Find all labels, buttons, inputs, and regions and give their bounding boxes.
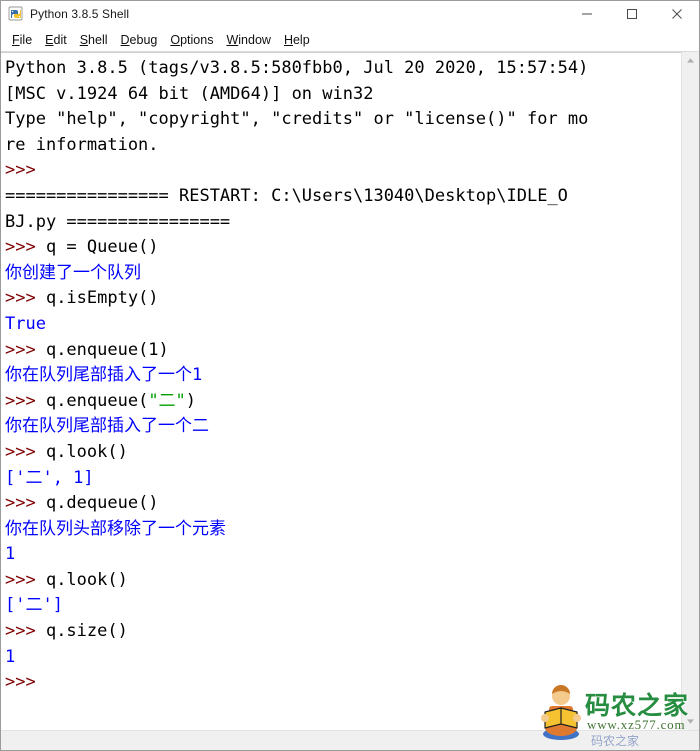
menu-mnemonic: S <box>79 32 89 47</box>
shell-text-prompt: >>> <box>5 672 46 693</box>
shell-text-stdout: 1 <box>5 544 16 565</box>
shell-line: ================ RESTART: C:\Users\13040… <box>5 184 681 210</box>
vertical-scrollbar[interactable] <box>681 52 699 730</box>
shell-text-plain: q.dequeue() <box>45 493 159 514</box>
menu-help[interactable]: Help <box>278 31 317 49</box>
menu-mnemonic: O <box>170 32 181 47</box>
shell-text-stdout: ['二'] <box>5 595 63 616</box>
shell-text-plain: q.enqueue(1) <box>45 339 169 360</box>
window-title: Python 3.8.5 Shell <box>30 7 130 21</box>
shell-text-prompt: >>> <box>5 569 46 590</box>
menu-mnemonic: F <box>12 32 20 47</box>
shell-line: 你在队列尾部插入了一个1 <box>5 363 681 389</box>
horizontal-scroll-track[interactable] <box>1 731 699 750</box>
shell-line: Type "help", "copyright", "credits" or "… <box>5 107 681 133</box>
shell-text-prompt: >>> <box>5 621 46 642</box>
shell-text-prompt: >>> <box>5 441 46 462</box>
shell-text-prompt: >>> <box>5 339 46 360</box>
menu-mnemonic: H <box>283 32 293 47</box>
menu-file[interactable]: File <box>6 31 39 49</box>
shell-text-plain: ) <box>185 390 197 411</box>
menu-window[interactable]: Window <box>220 31 277 49</box>
menu-shell[interactable]: Shell <box>74 31 115 49</box>
shell-text-stdout: 你在队列尾部插入了一个1 <box>5 365 203 386</box>
shell-line: 你在队列尾部插入了一个二 <box>5 414 681 440</box>
shell-line: >>> q.enqueue(1) <box>5 338 681 364</box>
shell-line: >>> q.size() <box>5 619 681 645</box>
shell-text-output[interactable]: Python 3.8.5 (tags/v3.8.5:580fbb0, Jul 2… <box>1 52 681 730</box>
shell-text-prompt: >>> <box>5 288 46 309</box>
menu-mnemonic: D <box>120 32 130 47</box>
menu-debug[interactable]: Debug <box>115 31 165 49</box>
idle-shell-window: Python 3.8.5 Shell File Edit Shell Debug Opt <box>0 0 700 751</box>
menu-mnemonic: E <box>45 32 54 47</box>
shell-text-plain: q.look() <box>45 441 128 462</box>
shell-line: >>> <box>5 158 681 184</box>
shell-text-plain: q = Queue() <box>45 237 159 258</box>
shell-text-stdout: 你在队列尾部插入了一个二 <box>5 416 209 437</box>
shell-text-plain: q.isEmpty() <box>45 288 159 309</box>
shell-text-stdout: 1 <box>5 646 16 667</box>
menu-mnemonic: W <box>226 32 239 47</box>
shell-line: >>> <box>5 670 681 696</box>
shell-text-plain: q.size() <box>45 621 128 642</box>
shell-text-plain: q.enqueue( <box>45 390 149 411</box>
shell-line: >>> q.look() <box>5 568 681 594</box>
shell-text-plain: BJ.py ================ <box>5 211 231 232</box>
shell-line: 你创建了一个队列 <box>5 261 681 287</box>
horizontal-scrollbar[interactable] <box>1 730 699 750</box>
shell-line: True <box>5 312 681 338</box>
shell-line: ['二', 1] <box>5 466 681 492</box>
shell-line: >>> q.dequeue() <box>5 491 681 517</box>
shell-text-prompt: >>> <box>5 390 46 411</box>
shell-line: 你在队列头部移除了一个元素 <box>5 517 681 543</box>
scroll-up-arrow-icon[interactable] <box>682 52 699 69</box>
shell-line: 1 <box>5 542 681 568</box>
menu-options[interactable]: Options <box>164 31 220 49</box>
shell-text-stdout: ['二', 1] <box>5 467 94 488</box>
shell-text-plain: q.look() <box>45 569 128 590</box>
menu-bar: File Edit Shell Debug Options Window Help <box>1 28 699 52</box>
title-bar: Python 3.8.5 Shell <box>1 1 699 28</box>
shell-line: >>> q = Queue() <box>5 235 681 261</box>
shell-line: [MSC v.1924 64 bit (AMD64)] on win32 <box>5 82 681 108</box>
shell-text-stdout: True <box>5 313 46 334</box>
shell-text-plain: [MSC v.1924 64 bit (AMD64)] on win32 <box>5 83 374 104</box>
scroll-down-arrow-icon[interactable] <box>682 713 699 730</box>
shell-text-plain: Type "help", "copyright", "credits" or "… <box>5 109 589 130</box>
shell-text-stdout: 你在队列头部移除了一个元素 <box>5 518 226 539</box>
shell-line: ['二'] <box>5 593 681 619</box>
shell-line: >>> q.enqueue("二") <box>5 389 681 415</box>
shell-area: Python 3.8.5 (tags/v3.8.5:580fbb0, Jul 2… <box>1 52 699 730</box>
shell-text-stdout: 你创建了一个队列 <box>5 262 141 283</box>
shell-text-string: "二" <box>148 390 186 411</box>
python-idle-icon <box>8 6 24 22</box>
shell-line: re information. <box>5 133 681 159</box>
shell-line: >>> q.look() <box>5 440 681 466</box>
shell-line: >>> q.isEmpty() <box>5 286 681 312</box>
minimize-button[interactable] <box>564 1 609 27</box>
shell-text-prompt: >>> <box>5 160 46 181</box>
maximize-button[interactable] <box>609 1 654 27</box>
close-button[interactable] <box>654 1 699 27</box>
shell-line: Python 3.8.5 (tags/v3.8.5:580fbb0, Jul 2… <box>5 56 681 82</box>
shell-line: BJ.py ================ <box>5 210 681 236</box>
shell-text-prompt: >>> <box>5 237 46 258</box>
window-controls <box>564 1 699 27</box>
menu-edit[interactable]: Edit <box>39 31 74 49</box>
shell-text-plain: Python 3.8.5 (tags/v3.8.5:580fbb0, Jul 2… <box>5 58 589 78</box>
shell-text-plain: re information. <box>5 134 159 155</box>
shell-text-prompt: >>> <box>5 493 46 514</box>
vertical-scroll-track[interactable] <box>682 69 699 713</box>
shell-text-plain: ================ RESTART: C:\Users\13040… <box>5 185 568 206</box>
shell-line: 1 <box>5 645 681 671</box>
